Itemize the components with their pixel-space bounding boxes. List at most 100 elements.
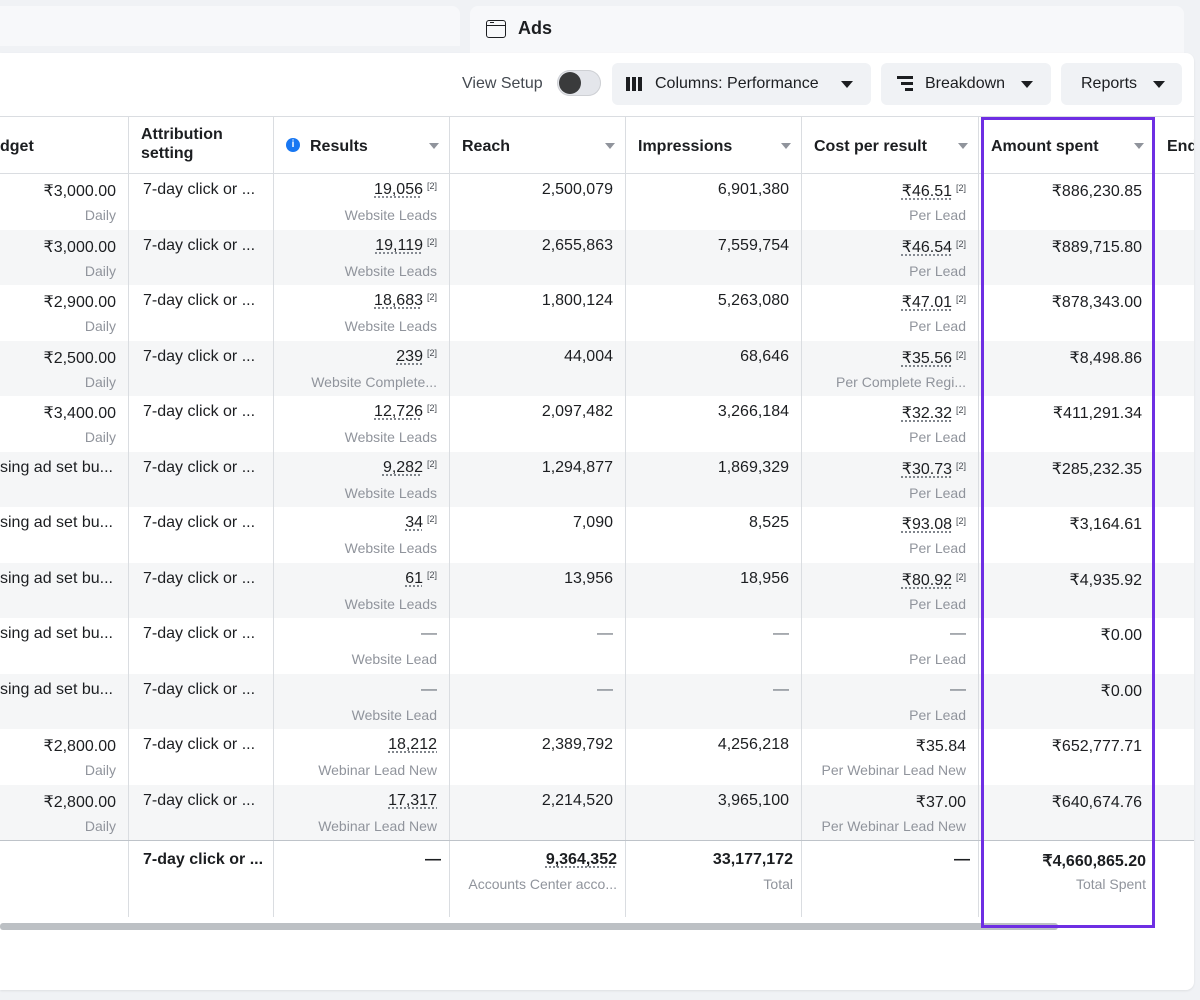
results-value[interactable]: 9,282 — [383, 459, 423, 476]
totals-cell-reach: 9,364,352 Accounts Center acco... — [450, 841, 626, 917]
table-cell-spent: ₹0.00 — [979, 618, 1155, 674]
results-value[interactable]: 17,317 — [388, 792, 437, 809]
table-cell-results: 19,119 [2] Website Leads — [274, 229, 450, 285]
column-header-cost-per-result[interactable]: Cost per result — [802, 116, 979, 174]
sort-icon[interactable] — [605, 143, 615, 149]
view-setup-toggle[interactable] — [557, 70, 601, 96]
cost-value[interactable]: ₹35.84 — [916, 738, 966, 755]
attribution-value: 7-day click or ... — [143, 458, 256, 476]
table-cell-attr: 7-day click or ... — [129, 618, 274, 674]
results-value[interactable]: 34 — [405, 514, 423, 531]
results-value-wrap: 19,056 [2] — [374, 181, 437, 199]
cost-value[interactable]: ₹93.08 — [902, 516, 952, 533]
table-cell-cost: ₹80.92 [2] Per Lead — [802, 562, 979, 618]
sort-icon[interactable] — [429, 143, 439, 149]
table-row[interactable]: ₹3,400.00 Daily 7-day click or ... 12,726 [2… — [0, 396, 1194, 452]
cost-value[interactable]: ₹35.56 — [902, 350, 952, 367]
results-value[interactable]: 12,726 — [374, 403, 423, 420]
table-cell-attr: 7-day click or ... — [129, 784, 274, 840]
results-value[interactable]: 61 — [405, 570, 423, 587]
budget-value: ₹2,500.00 — [43, 349, 116, 367]
totals-results: — — [425, 851, 441, 868]
table-row[interactable]: sing ad set bu... 7-day click or ... 9,282… — [0, 451, 1194, 507]
cost-value-wrap: ₹35.56 [2] — [902, 348, 966, 368]
ads-tab[interactable]: Ads — [470, 6, 1184, 56]
column-header-budget[interactable]: dget — [0, 116, 129, 174]
table-row[interactable]: ₹2,800.00 Daily 7-day click or ... 18,212 We… — [0, 729, 1194, 785]
column-header-label: Results — [310, 138, 368, 155]
table-row[interactable]: ₹3,000.00 Daily 7-day click or ... 19,056 [2… — [0, 174, 1194, 230]
table-cell-reach: 2,655,863 — [450, 229, 626, 285]
results-value-wrap: 19,119 [2] — [375, 237, 437, 255]
results-value-wrap: 34 [2] — [405, 514, 437, 532]
totals-reach-sub: Accounts Center acco... — [468, 876, 617, 892]
reports-button[interactable]: Reports — [1061, 63, 1182, 105]
cost-value[interactable]: ₹32.32 — [902, 405, 952, 422]
table-cell-reach: 2,097,482 — [450, 396, 626, 452]
sort-icon[interactable] — [781, 143, 791, 149]
impressions-value: 4,256,218 — [717, 736, 789, 753]
breakdown-button[interactable]: Breakdown — [881, 63, 1051, 105]
table-cell-cost: — Per Lead — [802, 618, 979, 674]
attribution-marker: [2] — [426, 292, 437, 302]
cost-value-wrap: ₹46.51 [2] — [902, 181, 966, 201]
results-value[interactable]: 19,119 — [375, 237, 423, 254]
column-header-attribution[interactable]: Attribution setting — [129, 116, 274, 174]
attribution-marker: [2] — [426, 458, 437, 469]
budget-value: ₹2,800.00 — [43, 738, 116, 755]
table-row[interactable]: ₹3,000.00 Daily 7-day click or ... 19,119 [2… — [0, 229, 1194, 286]
attribution-value: 7-day click or ... — [143, 625, 256, 642]
table-row[interactable]: ₹2,800.00 Daily 7-day click or ... 17,317 We… — [0, 784, 1194, 840]
table-cell-budget: ₹2,800.00 Daily — [0, 729, 129, 785]
columns-label: Columns: Performance — [655, 75, 819, 92]
column-header-impressions[interactable]: Impressions — [626, 116, 802, 174]
table-row[interactable]: sing ad set bu... 7-day click or ... — Webs… — [0, 673, 1194, 729]
table-cell-results: 9,282 [2] Website Leads — [274, 451, 450, 507]
cost-value[interactable]: ₹46.54 — [902, 239, 952, 256]
results-value[interactable]: 19,056 — [374, 181, 423, 198]
cost-value[interactable]: ₹46.51 — [902, 183, 952, 200]
columns-button[interactable]: Columns: Performance — [612, 63, 871, 105]
cost-value[interactable]: ₹80.92 — [902, 572, 952, 589]
table-cell-cost: ₹46.51 [2] Per Lead — [802, 174, 979, 230]
attribution-marker: [2] — [955, 571, 966, 582]
results-sub: Website Leads — [344, 318, 437, 334]
info-icon[interactable]: i — [286, 138, 300, 152]
reach-value: 13,956 — [564, 569, 613, 587]
results-sub: Website Leads — [344, 540, 437, 556]
results-value[interactable]: 239 — [396, 348, 423, 365]
cost-value[interactable]: ₹47.01 — [902, 294, 952, 311]
table-row[interactable]: ₹2,500.00 Daily 7-day click or ... 239 [2] We… — [0, 340, 1194, 397]
budget-value: ₹3,400.00 — [43, 405, 116, 422]
table-cell-ends — [1155, 729, 1194, 785]
column-header-reach[interactable]: Reach — [450, 116, 626, 174]
toolbar: View Setup Columns: Performance Breakdow… — [0, 63, 1194, 105]
column-header-results[interactable]: i Results — [274, 116, 450, 174]
results-value[interactable]: 18,212 — [388, 736, 437, 753]
column-header-label: Cost per result — [814, 138, 927, 155]
table-cell-ends — [1155, 230, 1194, 286]
results-value-wrap: 18,683 [2] — [374, 292, 437, 310]
table-row[interactable]: sing ad set bu... 7-day click or ... 61 [2]… — [0, 562, 1194, 618]
table-cell-reach: — — [450, 673, 626, 729]
attribution-value: 7-day click or ... — [143, 181, 256, 198]
table-row[interactable]: sing ad set bu... 7-day click or ... — Webs… — [0, 618, 1194, 674]
table-cell-ends — [1155, 341, 1194, 397]
results-value-wrap: 12,726 [2] — [374, 403, 437, 421]
sort-icon[interactable] — [958, 143, 968, 149]
cost-value[interactable]: ₹37.00 — [916, 794, 966, 811]
attribution-marker: [2] — [426, 181, 437, 191]
budget-type: Daily — [84, 318, 116, 334]
horizontal-scrollbar[interactable] — [0, 923, 1058, 930]
table-row[interactable]: sing ad set bu... 7-day click or ... 34 [2]… — [0, 507, 1194, 563]
table-cell-budget: ₹3,000.00 Daily — [0, 229, 129, 285]
column-header-ends[interactable]: End — [1155, 116, 1194, 174]
results-value[interactable]: 18,683 — [374, 292, 423, 309]
ads-table-panel: View Setup Columns: Performance Breakdow… — [0, 53, 1194, 990]
column-header-amount-spent[interactable]: Amount spent — [979, 116, 1155, 174]
cost-value[interactable]: ₹30.73 — [902, 461, 952, 478]
results-sub: Website Leads — [344, 429, 437, 445]
table-row[interactable]: ₹2,900.00 Daily 7-day click or ... 18,683 [2… — [0, 285, 1194, 341]
sort-icon[interactable] — [1134, 143, 1144, 149]
table-cell-attr: 7-day click or ... — [129, 174, 274, 230]
